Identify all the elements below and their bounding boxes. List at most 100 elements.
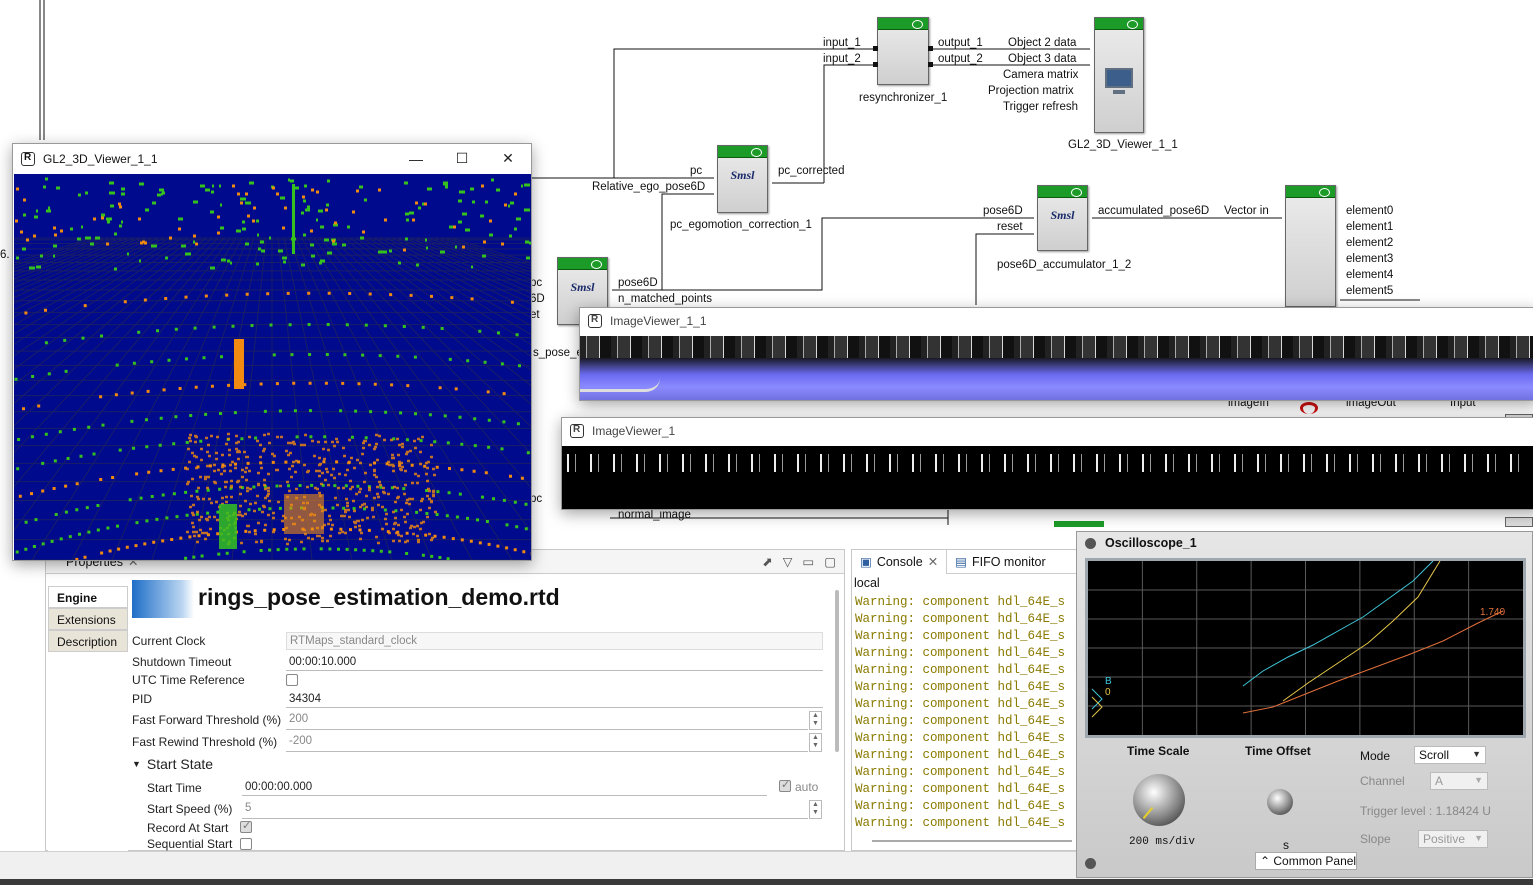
gl2-viewer-component[interactable]	[1094, 17, 1144, 133]
side-tab-engine[interactable]: Engine	[48, 586, 128, 608]
stepper-icon[interactable]: ▲ ▼	[809, 733, 822, 752]
slope-select[interactable]: Positive	[1418, 830, 1488, 848]
tab-fifo-monitor[interactable]: ▤ FIFO monitor	[946, 549, 1053, 574]
rtmaps-logo-icon	[588, 314, 602, 328]
component-fragment	[1505, 517, 1533, 527]
record-at-start-checkbox[interactable]	[240, 819, 252, 833]
input-port[interactable]	[873, 62, 878, 67]
properties-panel: Properties ✕ ⬈ ▽ ▭ ▢ Engine Extensions Descr…	[45, 549, 845, 852]
rtmaps-logo-icon	[570, 424, 584, 438]
fifo-icon: ▤	[955, 555, 967, 569]
horizontal-scrollbar[interactable]	[872, 840, 1072, 842]
rtmaps-logo-icon	[21, 151, 35, 166]
console-line: Warning: component hdl_64E_s	[855, 765, 1066, 779]
side-tab-description[interactable]: Description	[48, 630, 128, 652]
maximize-icon[interactable]: ▢	[824, 554, 836, 569]
port-label: element4	[1346, 269, 1394, 281]
auto-label: auto	[795, 780, 819, 794]
imageviewer-top-window[interactable]: ImageViewer_1_1	[579, 307, 1533, 401]
console-line: Warning: component hdl_64E_s	[855, 595, 1066, 609]
console-line: Warning: component hdl_64E_s	[855, 612, 1066, 626]
port-label: pc	[690, 165, 703, 177]
auto-checkbox[interactable]	[779, 778, 791, 792]
trace-value: 1.740	[1480, 607, 1505, 618]
port-label: input_2	[823, 53, 861, 65]
port-label: normal_image	[618, 509, 691, 521]
console-line: Warning: component hdl_64E_s	[855, 646, 1066, 660]
pin-icon[interactable]: ⬈	[762, 554, 772, 569]
resynchronizer-component[interactable]	[877, 17, 929, 85]
trigger-level-label: Trigger level : 1.18424 U	[1360, 804, 1491, 818]
shutdown-timeout-field[interactable]: 00:00:10.000	[286, 654, 823, 671]
minimize-button[interactable]: —	[393, 151, 439, 167]
port-label: input_1	[823, 37, 861, 49]
smsl-icon: Smsl	[730, 168, 755, 182]
field-label: Start Time	[147, 781, 202, 795]
console-line: Warning: component hdl_64E_s	[855, 629, 1066, 643]
gl2-3d-viewer-window[interactable]: GL2_3D_Viewer_1_1 — ☐ ✕	[12, 143, 532, 561]
pose-accumulator-component[interactable]: Smsl	[1037, 185, 1088, 251]
menu-chevron-icon[interactable]: ▽	[783, 554, 793, 569]
slope-label: Slope	[1360, 832, 1391, 846]
port-label: element0	[1346, 205, 1394, 217]
scope-screen: 1.740 B 0	[1085, 558, 1526, 738]
object-cluster	[219, 504, 237, 549]
port-label: element5	[1346, 285, 1394, 297]
collapse-icon[interactable]: ▼	[132, 756, 141, 773]
mode-select[interactable]: Scroll	[1414, 746, 1486, 764]
point-cloud-view[interactable]	[14, 174, 531, 560]
close-button[interactable]: ✕	[485, 150, 531, 167]
common-panel-button[interactable]: ⌃ Common Panel	[1255, 852, 1357, 870]
field-label: Fast Forward Threshold (%)	[132, 713, 282, 727]
pid-field[interactable]: 34304	[286, 691, 823, 708]
maximize-button[interactable]: ☐	[439, 150, 485, 167]
time-scale-knob[interactable]	[1133, 774, 1185, 826]
component-name: resynchronizer_1	[859, 92, 948, 104]
camera-image	[562, 446, 1533, 509]
ff-threshold-field[interactable]: 200	[286, 711, 808, 730]
start-state-header[interactable]: ▼ Start State	[132, 756, 213, 773]
port-label: pc_corrected	[778, 165, 845, 177]
trace-orange	[1242, 610, 1504, 714]
oscilloscope-window[interactable]: Oscilloscope_1 1.740 B 0 Time Scale 200 ms…	[1076, 531, 1533, 878]
scrollbar[interactable]	[835, 590, 839, 752]
pole-object	[292, 184, 295, 254]
console-line: Warning: component hdl_64E_s	[855, 731, 1066, 745]
vector-component[interactable]	[1285, 185, 1336, 307]
minimize-icon[interactable]: ▭	[802, 554, 814, 569]
port-label: Vector in	[1224, 205, 1269, 217]
current-clock-field[interactable]: RTMaps_standard_clock	[286, 632, 823, 650]
utc-reference-checkbox[interactable]	[286, 674, 298, 686]
component-name: GL2_3D_Viewer_1_1	[1068, 139, 1178, 151]
stepper-icon[interactable]: ▲ ▼	[809, 711, 822, 730]
field-label: Fast Rewind Threshold (%)	[132, 735, 278, 749]
field-label: Start Speed (%)	[147, 802, 233, 816]
output-port[interactable]	[928, 62, 933, 67]
console-icon: ▣	[860, 555, 872, 569]
input-port[interactable]	[873, 46, 878, 51]
side-tab-extensions[interactable]: Extensions	[48, 608, 128, 630]
monitor-icon	[1105, 68, 1133, 88]
component-fragment	[1054, 521, 1104, 527]
tab-console[interactable]: ▣ Console ✕	[852, 549, 947, 574]
imageviewer-bottom-window[interactable]: ImageViewer_1	[561, 417, 1533, 510]
port-label: element2	[1346, 237, 1394, 249]
time-offset-knob[interactable]	[1267, 789, 1293, 815]
field-label: Record At Start	[147, 821, 229, 835]
sequential-start-checkbox[interactable]	[240, 838, 252, 850]
console-panel: ▣ Console ✕ ▤ FIFO monitor local Warning: c…	[851, 549, 1091, 851]
start-time-field[interactable]: 00:00:00.000	[242, 779, 767, 796]
channel-select[interactable]: A	[1430, 772, 1488, 790]
output-port[interactable]	[928, 46, 933, 51]
rtmaps-studio: input_1 input_2 output_1 output_2 resync…	[0, 0, 1533, 885]
window-title: GL2_3D_Viewer_1_1	[43, 151, 158, 166]
stepper-icon[interactable]: ▲ ▼	[809, 800, 822, 819]
pc-egomotion-component[interactable]: Smsl	[717, 145, 768, 213]
start-speed-field[interactable]: 5	[242, 800, 808, 819]
field-label: Current Clock	[132, 634, 206, 648]
fr-threshold-field[interactable]: -200	[286, 733, 808, 752]
smsl-icon: Smsl	[570, 280, 595, 294]
pole-object	[234, 339, 244, 389]
port-label: output_1	[938, 37, 983, 49]
console-scope: local	[854, 576, 880, 590]
